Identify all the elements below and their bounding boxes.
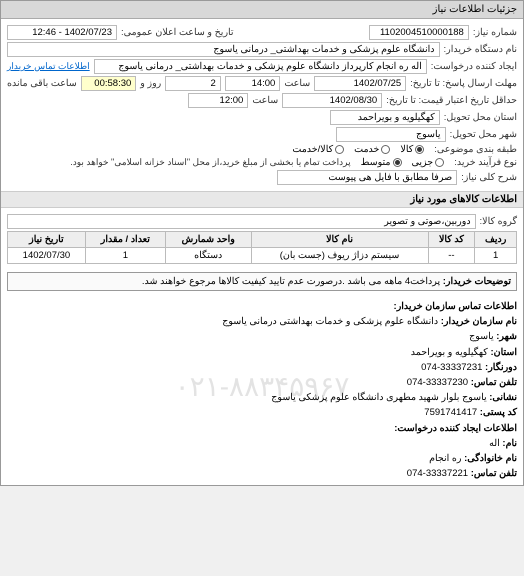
- validity-label: حداقل تاریخ اعتبار قیمت: تا تاریخ:: [386, 95, 517, 106]
- province-label: استان محل تحویل:: [444, 112, 517, 123]
- col-date: تاریخ نیاز: [8, 232, 86, 248]
- remain-label: ساعت باقی مانده: [7, 78, 77, 89]
- contact-postal-label: کد پستی:: [480, 407, 517, 418]
- requester-label: ایجاد کننده درخواست:: [431, 61, 517, 72]
- cell-code: --: [428, 248, 475, 264]
- col-name: نام کالا: [251, 232, 428, 248]
- city-label: شهر محل تحویل:: [450, 129, 517, 140]
- buyer-note-text: پرداخت4 ماهه می باشد .درصورت عدم تایید ک…: [142, 276, 440, 287]
- contact-org-label: نام سازمان خریدار:: [441, 316, 517, 327]
- contact-province-label: استان:: [490, 347, 517, 358]
- contact-postal: 7591741417: [424, 407, 477, 418]
- contact-phone-label: تلفن تماس:: [471, 377, 517, 388]
- contact-address-label: نشانی:: [489, 392, 517, 403]
- time-label-1: ساعت: [284, 78, 310, 89]
- radio-both-label: کالا/خدمت: [292, 144, 333, 155]
- contact-province: کهگیلویه و بویراحمد: [411, 347, 488, 358]
- buyer-note-box: توضیحات خریدار: پرداخت4 ماهه می باشد .در…: [7, 272, 517, 291]
- contact-org: دانشگاه علوم پزشکی و خدمات بهداشتی درمان…: [222, 316, 438, 327]
- radio-small-label: جزیی: [412, 157, 434, 168]
- goods-section-title: اطلاعات کالاهای مورد نیاز: [1, 191, 523, 208]
- page-title: جزئیات اطلاعات نیاز: [1, 1, 523, 19]
- need-number-field: 1102004510000188: [369, 25, 469, 40]
- col-qty: تعداد / مقدار: [85, 232, 165, 248]
- buyer-org-label: نام دستگاه خریدار:: [444, 44, 518, 55]
- class-label: طبقه بندی موضوعی:: [434, 144, 517, 155]
- deadline-send-date: 1402/07/25: [314, 76, 406, 91]
- col-unit: واحد شمارش: [165, 232, 251, 248]
- days-value: 2: [165, 76, 221, 91]
- buyer-org-field: دانشگاه علوم پزشکی و خدمات بهداشتی_ درما…: [7, 42, 440, 57]
- contact-city-label: شهر:: [496, 331, 517, 342]
- days-label: روز و: [140, 78, 161, 89]
- announce-value: 1402/07/23 - 12:46: [7, 25, 117, 40]
- col-code: کد کالا: [428, 232, 475, 248]
- deadline-send-time: 14:00: [225, 76, 281, 91]
- province-field: کهگیلویه و بویراحمد: [330, 110, 440, 125]
- cell-name: سیستم دزاژ ریوف (جست بان): [251, 248, 428, 264]
- radio-medium[interactable]: متوسط: [361, 157, 402, 168]
- radio-small[interactable]: جزیی: [412, 157, 445, 168]
- contact-address: یاسوج بلوار شهید مطهری دانشگاه علوم پزشک…: [271, 392, 486, 403]
- cell-idx: 1: [475, 248, 517, 264]
- buy-type-label: نوع فرآیند خرید:: [454, 157, 517, 168]
- creator-name: اله: [489, 438, 500, 449]
- validity-time: 12:00: [188, 93, 248, 108]
- cell-unit: دستگاه: [165, 248, 251, 264]
- validity-date: 1402/08/30: [282, 93, 382, 108]
- deadline-send-label: مهلت ارسال پاسخ: تا تاریخ:: [410, 78, 517, 89]
- creator-tel: 33337221-074: [407, 468, 468, 479]
- goods-table: ردیف کد کالا نام کالا واحد شمارش تعداد /…: [7, 231, 517, 264]
- group-label: گروه کالا:: [480, 216, 517, 227]
- radio-both[interactable]: کالا/خدمت: [292, 144, 344, 155]
- contact-phone: 33337230-074: [407, 377, 468, 388]
- need-number-label: شماره نیاز:: [473, 27, 517, 38]
- remain-time: 00:58:30: [81, 76, 137, 91]
- radio-service[interactable]: خدمت: [354, 144, 390, 155]
- creator-name-label: نام:: [502, 438, 517, 449]
- radio-medium-label: متوسط: [361, 157, 391, 168]
- contact-city: یاسوج: [469, 331, 494, 342]
- group-field: دوربین،صوتی و تصویر: [7, 214, 476, 229]
- contact-fax: 33337231-074: [421, 362, 482, 373]
- creator-family: ره انجام: [429, 453, 461, 464]
- announce-label: تاریخ و ساعت اعلان عمومی:: [121, 27, 234, 38]
- cell-date: 1402/07/30: [8, 248, 86, 264]
- requester-field: اله ره انجام کارپرداز دانشگاه علوم پزشکی…: [94, 59, 427, 74]
- contact-fax-label: دورنگار:: [485, 362, 517, 373]
- time-label-2: ساعت: [252, 95, 278, 106]
- table-row: 1 -- سیستم دزاژ ریوف (جست بان) دستگاه 1 …: [8, 248, 517, 264]
- col-row: ردیف: [475, 232, 517, 248]
- creator-title: اطلاعات ایجاد کننده درخواست:: [7, 421, 517, 436]
- radio-goods-label: کالا: [400, 144, 413, 155]
- radio-goods[interactable]: کالا: [400, 144, 424, 155]
- creator-family-label: نام خانوادگی:: [464, 453, 517, 464]
- radio-service-label: خدمت: [354, 144, 379, 155]
- city-field: یاسوج: [336, 127, 446, 142]
- buy-note: پرداخت تمام یا بخشی از مبلغ خرید،از محل …: [70, 157, 350, 168]
- desc-label: شرح کلی نیاز:: [461, 172, 517, 183]
- creator-tel-label: تلفن تماس:: [471, 468, 517, 479]
- contact-link[interactable]: اطلاعات تماس خریدار: [7, 61, 90, 72]
- contact-title: اطلاعات تماس سازمان خریدار:: [7, 299, 517, 314]
- desc-field: صرفا مطابق با فایل هی پیوست: [277, 170, 457, 185]
- buyer-note-label: توضیحات خریدار:: [443, 276, 511, 287]
- cell-qty: 1: [85, 248, 165, 264]
